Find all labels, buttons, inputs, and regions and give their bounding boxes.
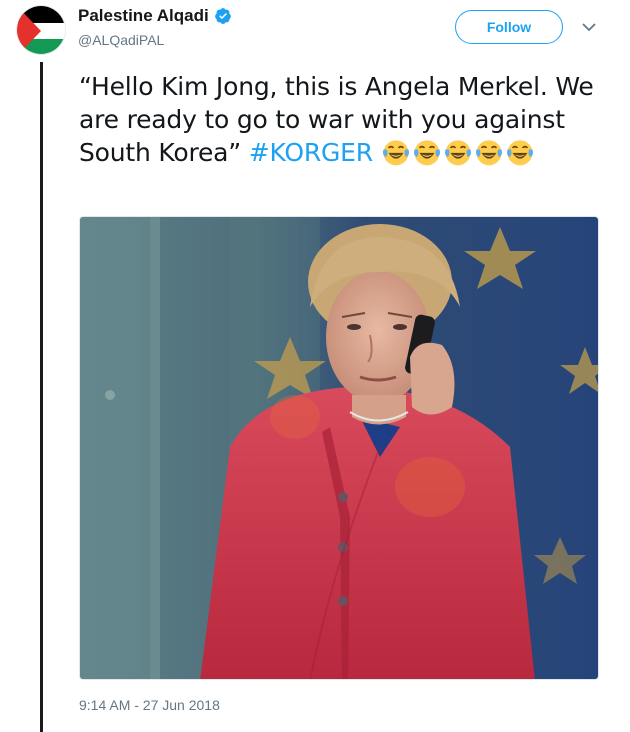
follow-button[interactable]: Follow: [455, 10, 563, 44]
face-with-tears-of-joy-icon: [412, 137, 442, 167]
face-with-tears-of-joy-icon: [443, 137, 473, 167]
face-with-tears-of-joy-icon: [381, 137, 411, 167]
thread-line: [40, 62, 43, 732]
tweet-text: “Hello Kim Jong, this is Angela Merkel. …: [79, 70, 609, 169]
tweet-menu-button[interactable]: [578, 16, 600, 38]
author-handle[interactable]: @ALQadiPAL: [78, 32, 164, 48]
palestine-flag-icon: [17, 6, 65, 54]
photo-image: [80, 217, 598, 679]
avatar[interactable]: [16, 5, 66, 55]
tweet-timestamp[interactable]: 9:14 AM - 27 Jun 2018: [79, 697, 220, 713]
verified-badge-icon: [214, 7, 232, 25]
chevron-down-icon: [582, 23, 596, 32]
face-with-tears-of-joy-icon: [505, 137, 535, 167]
face-with-tears-of-joy-icon: [474, 137, 504, 167]
emoji-row: [381, 138, 536, 167]
tweet-photo[interactable]: [79, 216, 599, 680]
hashtag-link[interactable]: #KORGER: [249, 138, 373, 167]
author-display-name[interactable]: Palestine Alqadi: [78, 6, 209, 26]
author-name[interactable]: Palestine Alqadi: [78, 6, 232, 26]
